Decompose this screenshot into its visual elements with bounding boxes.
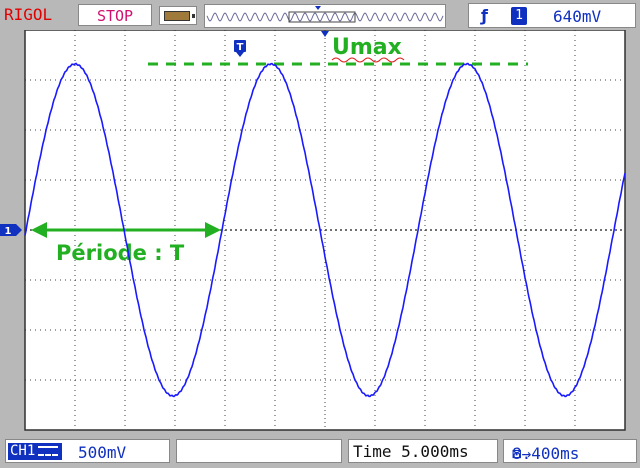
channel-1-ground-label: 1 [5,226,12,237]
timebase-value: Time 5.000ms [353,442,469,461]
memory-depth-overview[interactable] [204,4,446,28]
trigger-position-marker-label: T [237,42,244,53]
empty-status-field [176,439,342,463]
trigger-offset-text: 8.400ms [512,444,580,463]
run-state-indicator[interactable]: STOP [78,4,152,26]
brand-logo: RIGOL [4,5,53,24]
battery-icon [159,6,197,25]
bottom-status-bar: CH1 500mV Time 5.000ms ⊡→ 8.400ms [0,436,640,468]
rising-edge-icon: ƒ [481,6,488,25]
trigger-level-value: 640mV [553,7,602,26]
channel-1-badge: CH1 [8,443,62,460]
trigger-offset-setting[interactable]: ⊡→ 8.400ms [503,439,637,463]
trigger-status[interactable]: ƒ 1 640mV [468,3,636,28]
memory-waveform-preview [206,6,444,23]
dc-coupling-icon [38,446,59,456]
timebase-setting[interactable]: Time 5.000ms [348,439,498,463]
trigger-source-badge: 1 [511,7,527,25]
waveform-screen[interactable]: Umax Période : T T 1 [0,30,640,436]
umax-label: Umax [332,35,402,60]
memory-trigger-marker-icon [315,6,321,10]
channel-1-settings[interactable]: CH1 500mV [5,439,170,463]
channel-label: CH1 [10,443,36,459]
volts-per-div-value: 500mV [78,443,127,462]
period-label: Période : T [56,241,185,265]
oscilloscope-display: RIGOL STOP ƒ 1 640mV Umax Période : T T 1 [0,0,640,468]
waveform-plot: Umax Période : T T 1 [0,30,640,436]
top-status-bar: RIGOL STOP ƒ 1 640mV [0,0,640,30]
